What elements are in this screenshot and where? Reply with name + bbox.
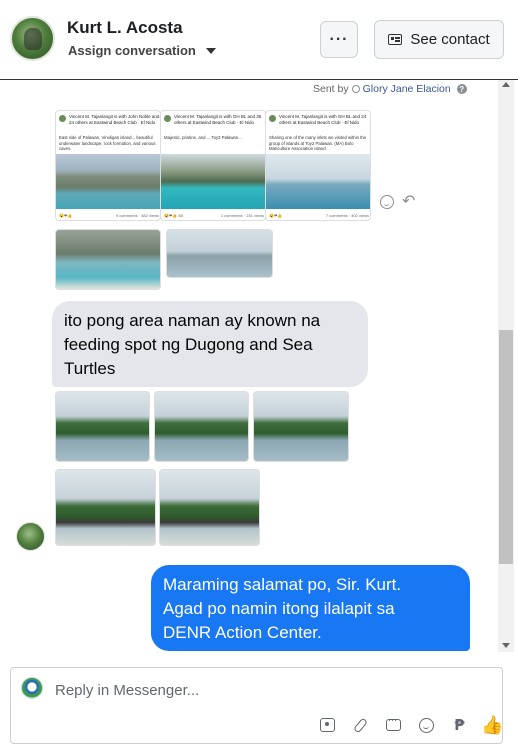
photo-attachment[interactable] (253, 391, 349, 462)
incoming-message-line: ito pong area naman ay known na (64, 311, 321, 330)
more-options-icon: ··· (329, 30, 349, 48)
photo-attachment[interactable] (159, 469, 260, 546)
incoming-message-bubble[interactable]: ito pong area naman ay known na feeding … (52, 301, 368, 387)
saved-replies-icon (320, 718, 335, 732)
photo-attachment[interactable] (55, 229, 161, 290)
outgoing-message-bubble[interactable]: Maraming salamat po, Sir. Kurt. Agad po … (151, 565, 470, 651)
chat-icon (386, 715, 401, 731)
outgoing-message-line: Maraming salamat po, Sir. Kurt. (163, 575, 402, 594)
attach-button[interactable] (344, 714, 377, 736)
post-image (56, 154, 160, 209)
post-reactions: 😮❤👍 (269, 213, 283, 218)
saved-replies-button[interactable] (311, 714, 344, 736)
post-stats: 7 comments · 402 views (325, 213, 369, 218)
post-stats: 1 comments · 231 views (220, 213, 264, 218)
post-text: Sharing one of the many islets we visite… (269, 135, 367, 151)
incoming-message-line: Turtles (64, 359, 116, 378)
scroll-up-arrow-icon[interactable] (502, 82, 510, 87)
contact-card-icon (388, 34, 403, 45)
post-text: Majestic, pristine, and ... Toy2 Palawan… (164, 135, 242, 140)
post-author: Vincent M. Tajanlangit is with GH BL and… (174, 114, 262, 125)
assign-conversation-label: Assign conversation (68, 43, 196, 58)
photo-attachment[interactable] (154, 391, 249, 462)
incoming-message-line: feeding spot ng Dugong and Sea (64, 335, 313, 354)
emoji-button[interactable] (410, 714, 443, 736)
photo-attachment[interactable] (55, 391, 150, 462)
post-image (161, 154, 265, 209)
sender-avatar[interactable] (16, 522, 45, 551)
payment-button[interactable]: ₱ (443, 714, 476, 736)
peso-icon: ₱ (454, 716, 465, 734)
post-header: Vincent M. Tajanlangit is with GH BL and… (269, 114, 370, 125)
post-author: Vincent M. Tajanlangit is with John Nobl… (69, 114, 160, 125)
sent-by-prefix: Sent by (313, 83, 349, 95)
post-text: East side of Palawan, Vinoligan island..… (59, 135, 156, 151)
thumbs-up-icon: 👍 (481, 714, 504, 736)
emoji-icon (419, 717, 434, 733)
like-button[interactable]: 👍 (476, 714, 509, 736)
scroll-down-arrow-icon[interactable] (502, 643, 510, 648)
paperclip-icon (352, 717, 369, 733)
sender-name[interactable]: Glory Jane Elacion (363, 83, 451, 95)
post-reactions: 😮❤👍 (59, 213, 73, 218)
more-options-button[interactable]: ··· (320, 21, 358, 58)
post-footer: 😮❤👍 7 comments · 402 views (269, 213, 369, 218)
messenger-conversation-panel: Kurt L. Acosta Assign conversation ··· S… (0, 0, 518, 754)
reply-composer: ₱ 👍 (10, 667, 504, 744)
post-reactions: 😮❤👍 88 (164, 213, 183, 218)
see-contact-button[interactable]: See contact (374, 20, 504, 59)
outgoing-message-line: Agad po namin itong ilalapit sa (163, 599, 395, 618)
sent-by-line: Sent by Glory Jane Elacion ? (313, 83, 467, 95)
post-footer: 😮❤👍 9 comments · 482 views (59, 213, 159, 218)
photo-attachment[interactable] (55, 469, 156, 546)
shared-post-card[interactable]: Vincent M. Tajanlangit is with GH BL and… (265, 110, 371, 221)
post-author-avatar (269, 115, 276, 122)
info-icon[interactable]: ? (456, 84, 467, 94)
conversation-header: Kurt L. Acosta Assign conversation ··· S… (0, 0, 518, 80)
photo-attachment[interactable] (166, 229, 273, 278)
post-author-avatar (164, 115, 171, 122)
post-header: Vincent M. Tajanlangit is with John Nobl… (59, 114, 160, 125)
message-scrollbar-thumb[interactable] (499, 330, 513, 564)
reply-input[interactable] (55, 680, 455, 700)
composer-toolbar: ₱ 👍 (311, 714, 509, 736)
post-author-avatar (59, 115, 66, 122)
sender-profile-icon (351, 85, 360, 93)
post-author: Vincent M. Tajanlangit is with GH BL and… (279, 114, 367, 125)
post-image (266, 154, 370, 209)
shared-post-card[interactable]: Vincent M. Tajanlangit is with GH BL and… (160, 110, 266, 221)
message-actions: ↶ (380, 194, 415, 210)
chat-button[interactable] (377, 714, 410, 736)
contact-avatar[interactable] (10, 16, 55, 61)
caret-down-icon (205, 47, 216, 54)
shared-post-card[interactable]: Vincent M. Tajanlangit is with John Nobl… (55, 110, 161, 221)
contact-name[interactable]: Kurt L. Acosta (67, 18, 183, 38)
page-avatar (21, 677, 43, 699)
reply-icon[interactable]: ↶ (402, 194, 415, 210)
outgoing-message-line: DENR Action Center. (163, 623, 322, 642)
smile-icon[interactable] (380, 195, 394, 209)
post-header: Vincent M. Tajanlangit is with GH BL and… (164, 114, 265, 125)
assign-conversation-dropdown[interactable]: Assign conversation (68, 43, 216, 58)
see-contact-label: See contact (410, 31, 490, 48)
post-stats: 9 comments · 482 views (115, 213, 159, 218)
post-footer: 😮❤👍 88 1 comments · 231 views (164, 213, 264, 218)
